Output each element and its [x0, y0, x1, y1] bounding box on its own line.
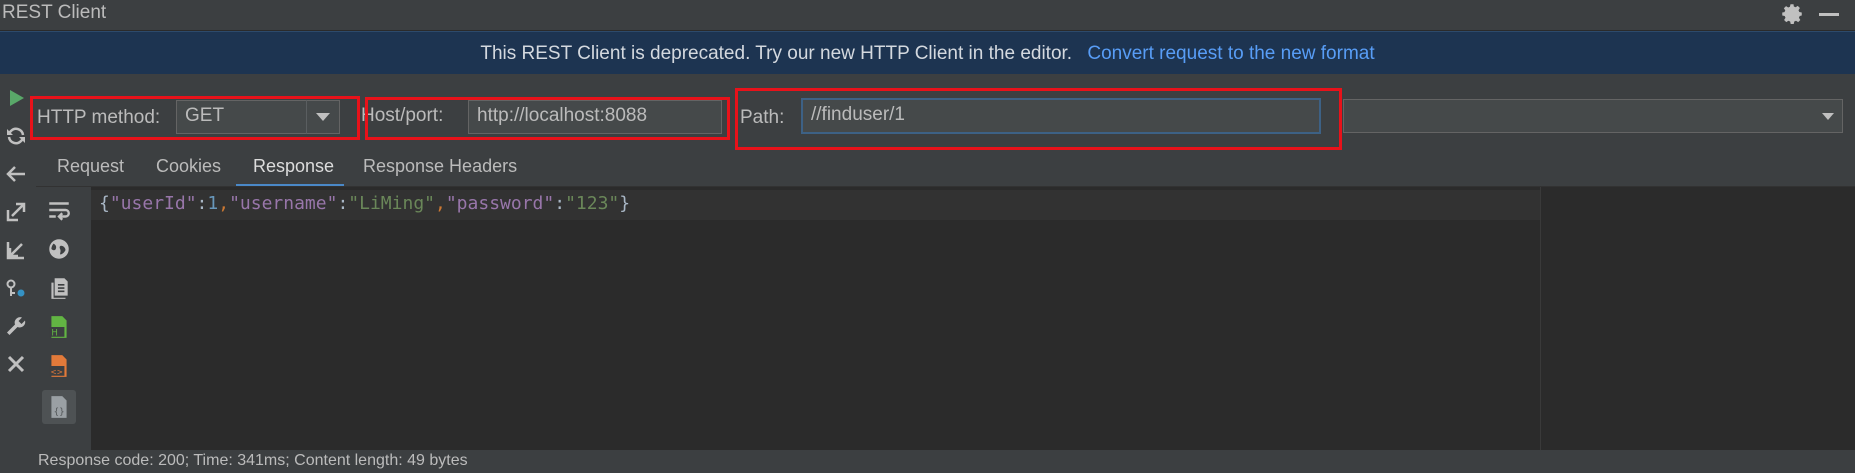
tab-cookies[interactable]: Cookies [156, 156, 221, 177]
run-icon[interactable] [4, 86, 28, 110]
json-key: "password" [445, 193, 555, 214]
import-icon[interactable] [4, 238, 28, 262]
chevron-down-icon[interactable] [1816, 104, 1840, 128]
banner-message: This REST Client is deprecated. Try our … [480, 43, 1073, 64]
tab-request[interactable]: Request [57, 156, 124, 177]
left-toolbar [0, 74, 32, 450]
method-highlight-box [30, 96, 360, 140]
json-comma: , [218, 193, 230, 214]
svg-text:{}: {} [54, 408, 65, 418]
minimize-icon[interactable] [1819, 13, 1839, 16]
soft-wrap-icon[interactable] [46, 197, 72, 223]
json-colon: : [554, 193, 566, 214]
title-bar [0, 0, 1855, 30]
host-highlight-box [365, 97, 730, 140]
back-arrow-icon[interactable] [4, 162, 28, 186]
convert-request-link[interactable]: Convert request to the new format [1087, 43, 1374, 64]
json-view-toggle[interactable]: {} [42, 390, 76, 424]
json-string: "123" [565, 193, 620, 214]
json-key: "username" [229, 193, 338, 214]
refresh-icon[interactable] [4, 124, 28, 148]
xml-file-icon[interactable]: <> [46, 353, 72, 379]
svg-text:<>: <> [50, 368, 63, 377]
banner-text: This REST Client is deprecated. Try our … [0, 43, 1855, 65]
json-brace: } [619, 193, 631, 214]
json-brace: { [99, 193, 110, 214]
close-icon[interactable] [4, 352, 28, 376]
json-file-icon: {} [51, 396, 67, 418]
request-options-select[interactable] [1343, 99, 1843, 133]
json-number: 1 [207, 193, 219, 214]
right-margin-guide [1540, 187, 1541, 450]
tab-response-headers[interactable]: Response Headers [363, 156, 517, 177]
path-highlight-box [735, 88, 1342, 150]
export-icon[interactable] [4, 200, 28, 224]
response-status-text: Response code: 200; Time: 341ms; Content… [38, 452, 468, 469]
window-title: REST Client [2, 2, 107, 23]
copy-document-icon[interactable] [46, 275, 72, 301]
json-comma: , [435, 193, 446, 214]
json-colon: : [196, 193, 208, 214]
settings-wrench-icon[interactable] [4, 314, 28, 338]
cookies-icon[interactable] [4, 276, 28, 300]
svg-text:H: H [51, 329, 58, 339]
html-file-icon[interactable]: H [46, 314, 72, 340]
response-body-line: {"userId":1,"username":"LiMing","passwor… [99, 193, 630, 214]
json-string: "LiMing" [348, 193, 435, 214]
json-colon: : [337, 193, 349, 214]
response-editor[interactable] [91, 187, 1855, 450]
gear-icon[interactable] [1779, 1, 1805, 27]
globe-icon[interactable] [46, 236, 72, 262]
tab-response[interactable]: Response [253, 156, 334, 177]
json-key: "userId" [109, 193, 197, 214]
